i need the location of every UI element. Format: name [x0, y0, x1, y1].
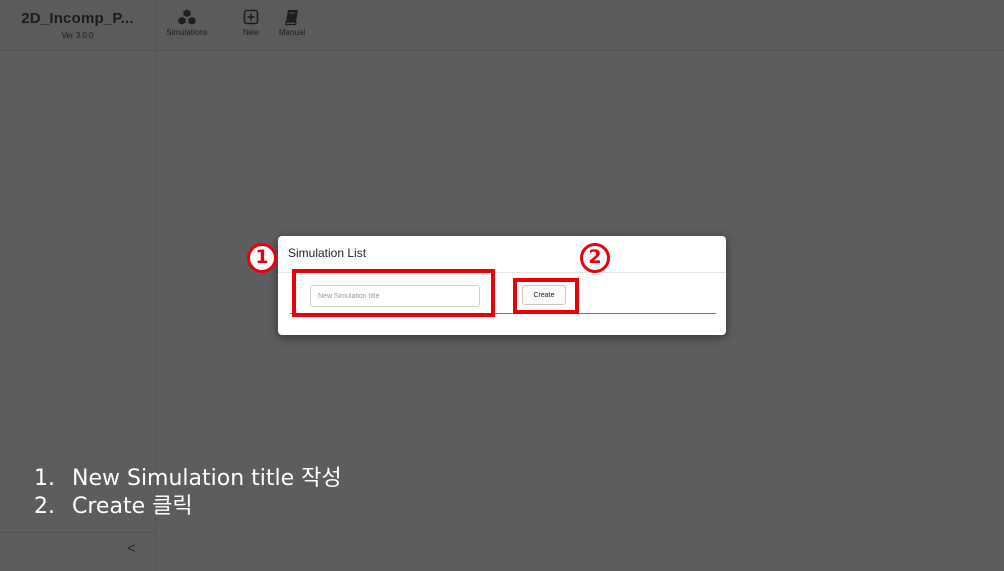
instruction-index: 2.: [34, 494, 55, 519]
step-marker-2: 2: [580, 243, 610, 273]
manual-button[interactable]: Manual: [272, 8, 312, 37]
instruction-item: 1. New Simulation title 작성: [34, 465, 342, 493]
simulations-button[interactable]: Simulations: [162, 8, 212, 37]
highlight-box-input: [292, 269, 495, 317]
dialog-title: Simulation List: [288, 246, 367, 260]
cubes-icon: [177, 8, 197, 26]
app-title: 2D_Incomp_P...: [21, 10, 134, 27]
sidebar-collapse-button[interactable]: <: [0, 532, 155, 571]
simulations-label: Simulations: [166, 28, 208, 37]
chevron-left-icon: <: [127, 540, 136, 557]
app-version: Ver 3.0.0: [61, 31, 94, 40]
plus-square-icon: [243, 9, 259, 25]
instruction-text: New Simulation title 작성: [72, 466, 342, 491]
manual-label: Manual: [278, 28, 306, 37]
new-button[interactable]: New: [238, 8, 264, 37]
step-marker-1: 1: [247, 243, 277, 273]
instruction-text: Create 클릭: [72, 494, 193, 519]
book-icon: [284, 10, 298, 26]
instruction-list: 1. New Simulation title 작성 2. Create 클릭: [34, 465, 342, 521]
instruction-index: 1.: [34, 466, 55, 491]
new-label: New: [242, 28, 259, 37]
highlight-box-create: [513, 278, 579, 314]
top-toolbar: 2D_Incomp_P... Ver 3.0.0 Simulations New…: [0, 0, 1004, 51]
instruction-item: 2. Create 클릭: [34, 493, 342, 521]
app-header: 2D_Incomp_P... Ver 3.0.0: [0, 0, 156, 50]
